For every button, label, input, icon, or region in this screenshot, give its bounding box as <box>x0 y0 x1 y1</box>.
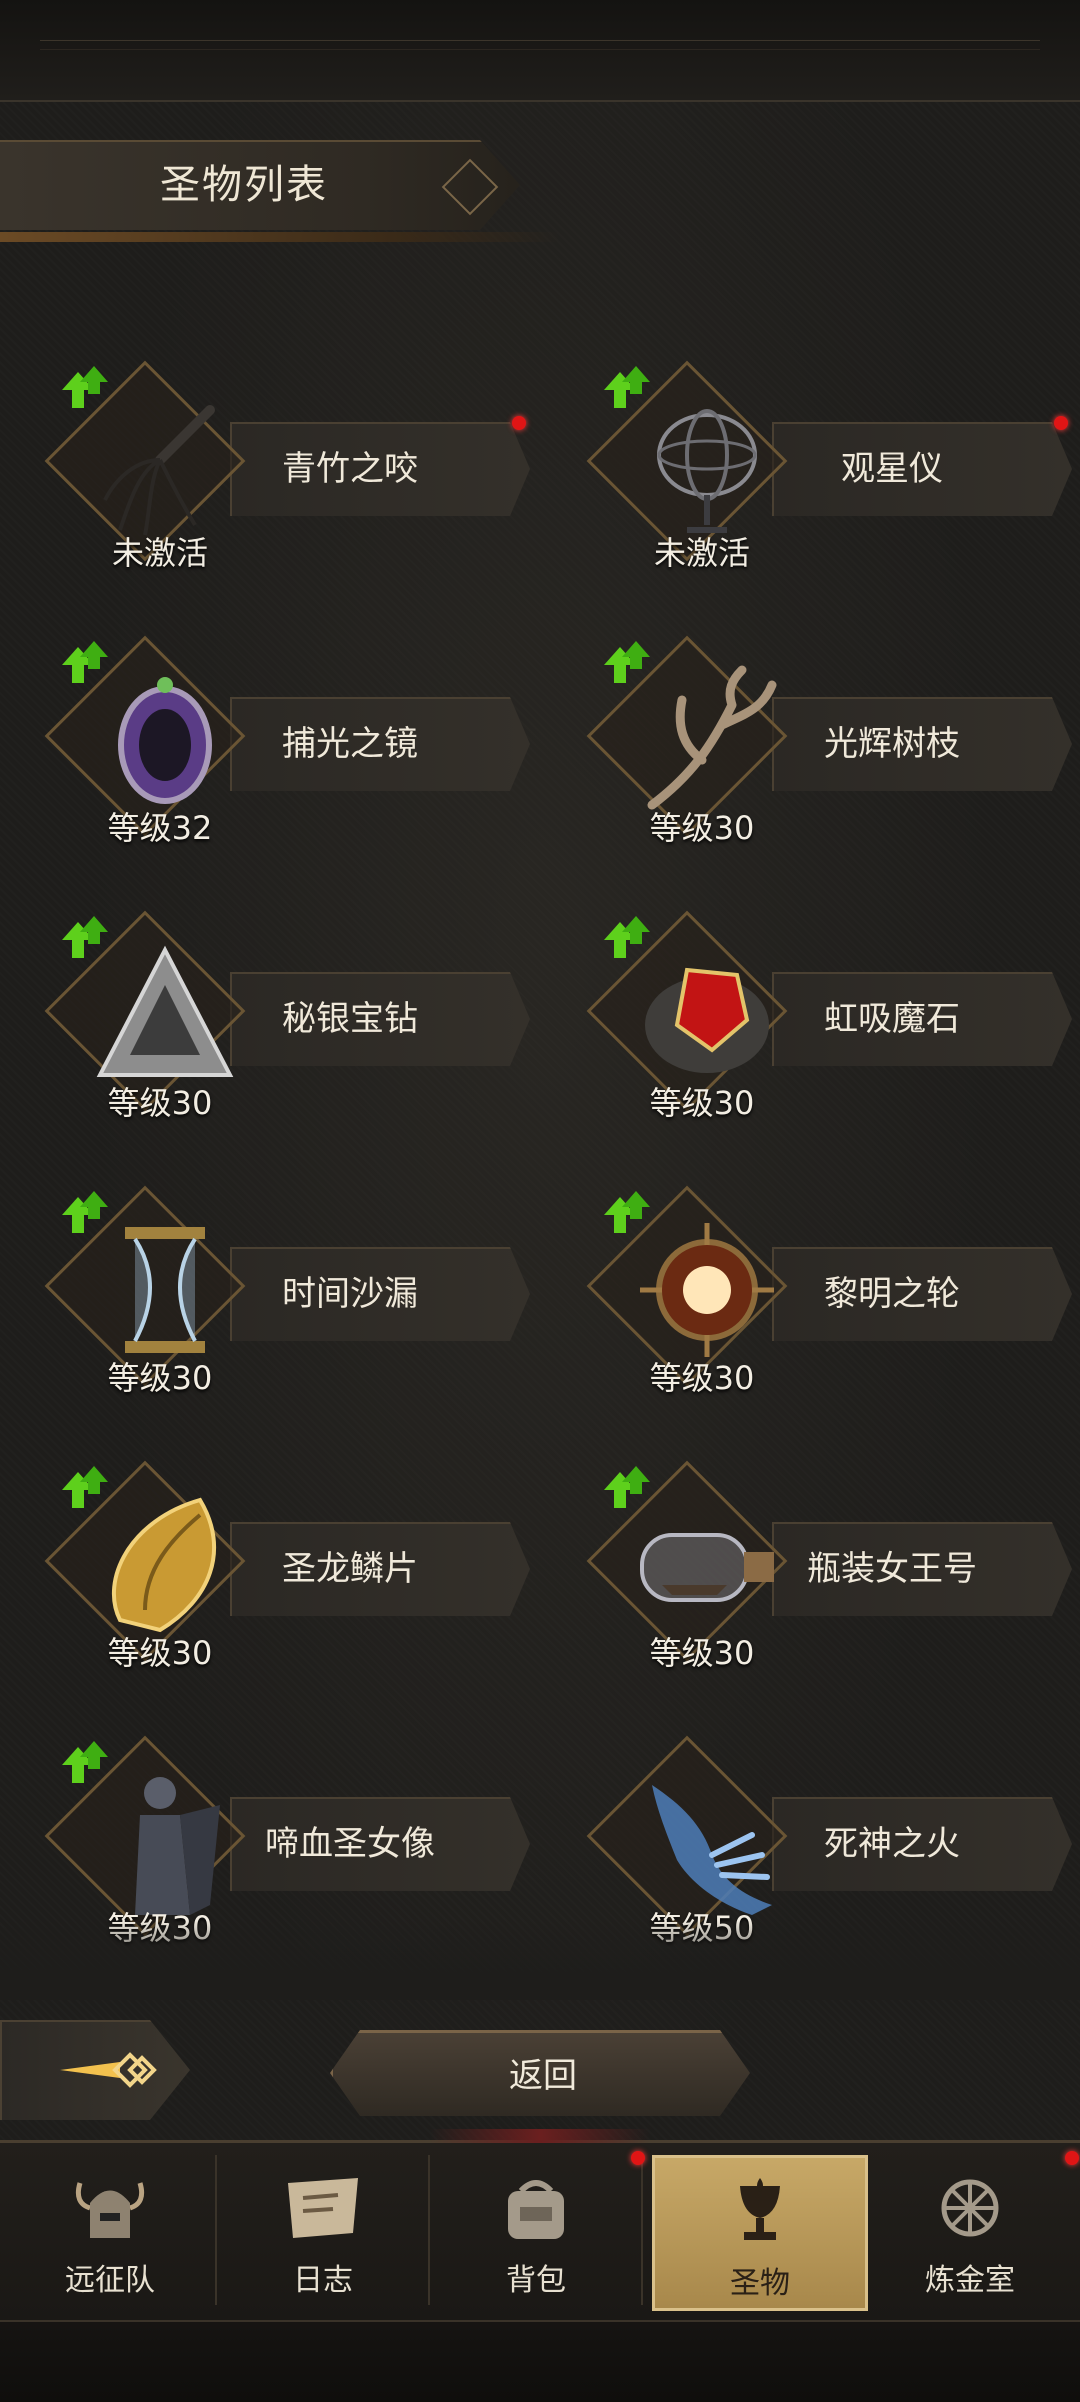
relic-card[interactable]: 捕光之镜 等级32 <box>30 635 550 847</box>
relic-card[interactable]: 时间沙漏 等级30 <box>30 1185 550 1397</box>
upgrade-arrow-icon <box>604 366 650 408</box>
upgrade-arrow-icon <box>604 916 650 958</box>
nav-item-journal[interactable]: 日志 <box>218 2155 430 2305</box>
relic-name: 捕光之镜 <box>282 724 418 764</box>
notification-dot <box>512 416 526 430</box>
page-title: 圣物列表 <box>160 162 328 208</box>
map-scroll-icon <box>288 2178 358 2238</box>
relic-status: 等级30 <box>649 1634 755 1672</box>
bottom-strip <box>0 2320 1080 2402</box>
upgrade-arrow-icon <box>604 1191 650 1233</box>
top-frame <box>0 0 1080 102</box>
nav-item-backpack[interactable]: 背包 <box>431 2151 645 2305</box>
upgrade-arrow-icon <box>62 1741 108 1783</box>
helmet-icon <box>75 2182 145 2238</box>
relic-card[interactable]: 瓶装女王号 等级30 <box>572 1460 1080 1672</box>
relic-name: 时间沙漏 <box>282 1274 418 1314</box>
hourglass-icon <box>90 1215 240 1365</box>
upgrade-arrow-icon <box>62 366 108 408</box>
upgrade-arrow-icon <box>604 1466 650 1508</box>
notification-dot <box>1054 416 1068 430</box>
relic-status: 未激活 <box>111 534 208 572</box>
back-button[interactable]: 返回 <box>330 2030 750 2116</box>
nav-label: 远征队 <box>65 2263 155 2298</box>
relic-card[interactable]: 啼血圣女像 等级30 <box>30 1735 550 1947</box>
relic-name: 啼血圣女像 <box>265 1824 435 1864</box>
relic-name: 观星仪 <box>841 449 943 489</box>
relic-status: 等级30 <box>649 1084 755 1122</box>
pyramid-icon <box>90 940 240 1090</box>
nav-label: 背包 <box>506 2263 566 2298</box>
relic-status: 等级30 <box>107 1359 213 1397</box>
armillary-icon <box>632 390 782 540</box>
relic-name: 秘银宝钻 <box>282 999 418 1039</box>
nav-label: 炼金室 <box>925 2263 1015 2298</box>
ghost-hand-icon <box>632 1765 782 1915</box>
nav-item-relics[interactable]: 圣物 <box>652 2155 868 2311</box>
relic-name: 瓶装女王号 <box>807 1549 977 1589</box>
nav-item-expedition[interactable]: 远征队 <box>5 2155 217 2305</box>
title-underline <box>0 232 560 242</box>
relic-card[interactable]: 黎明之轮 等级30 <box>572 1185 1080 1397</box>
notification-dot <box>631 2151 645 2165</box>
relic-status: 未激活 <box>653 534 750 572</box>
bottom-nav: 远征队 日志 背包 圣物 炼金室 <box>0 2129 1080 2323</box>
relic-name: 虹吸魔石 <box>824 999 960 1039</box>
nav-label: 圣物 <box>730 2266 790 2301</box>
statue-icon <box>90 1765 240 1915</box>
relic-status: 等级32 <box>107 809 213 847</box>
relic-name: 圣龙鳞片 <box>282 1549 418 1589</box>
relic-card[interactable]: 光辉树枝 等级30 <box>572 635 1080 847</box>
upgrade-arrow-icon <box>62 1191 108 1233</box>
relic-status: 等级30 <box>649 1359 755 1397</box>
relic-status: 等级30 <box>649 809 755 847</box>
nav-item-alchemy[interactable]: 炼金室 <box>865 2151 1079 2305</box>
relic-card[interactable]: 观星仪 未激活 <box>572 360 1080 572</box>
banner-ornament-icon <box>441 158 499 216</box>
relic-name: 黎明之轮 <box>824 1274 960 1314</box>
relic-card[interactable]: 秘银宝钻 等级30 <box>30 910 550 1122</box>
chalice-icon <box>740 2178 780 2240</box>
nav-label: 日志 <box>293 2263 353 2298</box>
relic-status: 等级30 <box>107 1634 213 1672</box>
arrow-left-icon <box>60 2052 157 2088</box>
relic-card[interactable]: 死神之火 等级50 <box>572 1735 1080 1947</box>
upgrade-arrow-icon <box>604 641 650 683</box>
upgrade-arrow-icon <box>62 641 108 683</box>
relic-name: 青竹之咬 <box>282 449 418 489</box>
alchemy-icon <box>941 2179 999 2237</box>
whip-icon <box>90 390 240 540</box>
notification-dot <box>1065 2151 1079 2165</box>
red-stone-icon <box>632 940 782 1090</box>
sun-wheel-icon <box>632 1215 782 1365</box>
relic-card[interactable]: 虹吸魔石 等级30 <box>572 910 1080 1122</box>
relic-card[interactable]: 青竹之咬 未激活 <box>30 360 550 572</box>
dragon-scale-icon <box>90 1490 240 1640</box>
relic-status: 等级30 <box>107 1084 213 1122</box>
backpack-icon <box>508 2180 564 2239</box>
branch-icon <box>632 665 782 815</box>
relic-name: 死神之火 <box>824 1824 960 1864</box>
relic-name: 光辉树枝 <box>824 724 960 764</box>
relic-card[interactable]: 圣龙鳞片 等级30 <box>30 1460 550 1672</box>
ship-bottle-icon <box>632 1490 782 1640</box>
mirror-icon <box>90 665 240 815</box>
upgrade-arrow-icon <box>62 1466 108 1508</box>
list-fade <box>0 1920 1080 2000</box>
upgrade-arrow-icon <box>62 916 108 958</box>
